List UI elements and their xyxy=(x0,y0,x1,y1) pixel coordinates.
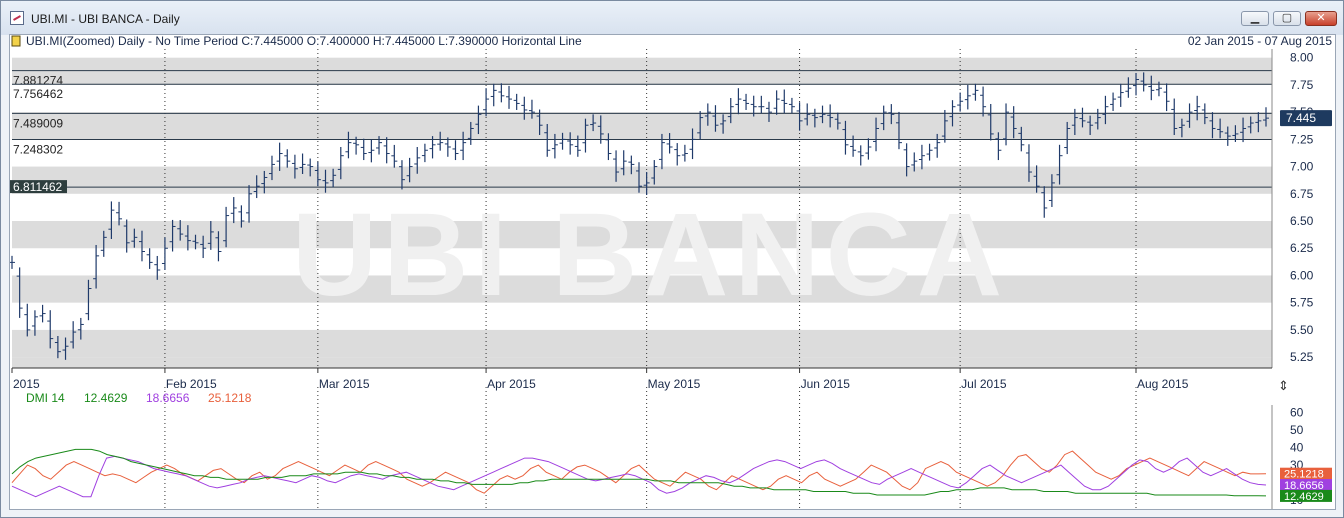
price-band xyxy=(12,329,1272,358)
app-icon xyxy=(10,11,24,25)
dmi-series-line xyxy=(11,455,1267,498)
chart-date-range: 02 Jan 2015 - 07 Aug 2015 xyxy=(1188,35,1332,48)
dmi-axis-tick: 60 xyxy=(1290,406,1304,420)
price-axis-tick: 6.50 xyxy=(1290,214,1314,228)
price-axis-tick: 7.75 xyxy=(1290,78,1314,92)
x-axis-label: Mar 2015 xyxy=(319,377,370,391)
price-chart[interactable]: UBI.MI(Zoomed) Daily - No Time Period C:… xyxy=(10,35,1335,509)
horizontal-line-label: 7.881274 xyxy=(13,74,63,88)
x-axis-label: Apr 2015 xyxy=(487,377,536,391)
title-bar[interactable]: UBI.MI - UBI BANCA - Daily ▁ ▢ ✕ xyxy=(1,1,1343,35)
price-axis-tick: 5.75 xyxy=(1290,296,1314,310)
dmi-value-tag: 12.4629 xyxy=(1284,491,1324,503)
horizontal-line-label: 6.811462 xyxy=(13,180,62,194)
x-axis-label: Feb 2015 xyxy=(166,377,217,391)
dmi-axis-tick: 50 xyxy=(1290,423,1304,437)
dmi-legend-minus-di: 18.6656 xyxy=(146,391,190,405)
dmi-value-tag: 25.1218 xyxy=(1284,469,1324,481)
chart-menu-icon[interactable] xyxy=(11,35,21,47)
price-axis-tick: 8.00 xyxy=(1290,51,1314,65)
close-button[interactable]: ✕ xyxy=(1305,11,1337,26)
price-band xyxy=(12,57,1272,85)
horizontal-line-label: 7.248302 xyxy=(13,143,63,157)
watermark-text: UBI BANCA xyxy=(292,189,1008,321)
price-axis-tick: 7.00 xyxy=(1290,160,1314,174)
chart-panel: UBI.MI(Zoomed) Daily - No Time Period C:… xyxy=(9,34,1336,510)
dmi-legend-title: DMI 14 xyxy=(26,391,65,405)
price-band xyxy=(12,357,1272,368)
x-axis-label: Jun 2015 xyxy=(801,377,851,391)
price-axis-tick: 5.25 xyxy=(1290,350,1314,364)
last-price-tag: 7.445 xyxy=(1286,111,1316,125)
minimize-button[interactable]: ▁ xyxy=(1241,11,1269,26)
price-axis-tick: 6.00 xyxy=(1290,268,1314,282)
dmi-legend-plus-di: 25.1218 xyxy=(208,391,252,405)
resize-cursor-icon[interactable]: ⇕ xyxy=(1278,378,1289,393)
x-axis-label: Aug 2015 xyxy=(1137,377,1189,391)
maximize-button[interactable]: ▢ xyxy=(1273,11,1301,26)
price-axis-tick: 6.25 xyxy=(1290,241,1314,255)
chart-header-info: UBI.MI(Zoomed) Daily - No Time Period C:… xyxy=(26,35,582,48)
price-axis-tick: 7.25 xyxy=(1290,132,1314,146)
x-axis-label: May 2015 xyxy=(648,377,701,391)
horizontal-line-label: 7.756462 xyxy=(13,87,63,101)
x-axis-label: 2015 xyxy=(13,377,40,391)
dmi-axis-tick: 40 xyxy=(1290,441,1304,455)
window-title: UBI.MI - UBI BANCA - Daily xyxy=(31,12,180,26)
x-axis-label: Jul 2015 xyxy=(961,377,1007,391)
horizontal-line-label: 7.489009 xyxy=(13,116,63,130)
price-axis-tick: 6.75 xyxy=(1290,187,1314,201)
price-axis-tick: 5.50 xyxy=(1290,323,1314,337)
dmi-legend-adx: 12.4629 xyxy=(84,391,128,405)
app-window: UBI.MI - UBI BANCA - Daily ▁ ▢ ✕ UBI.MI(… xyxy=(0,0,1344,518)
dmi-series-line xyxy=(11,450,1267,494)
